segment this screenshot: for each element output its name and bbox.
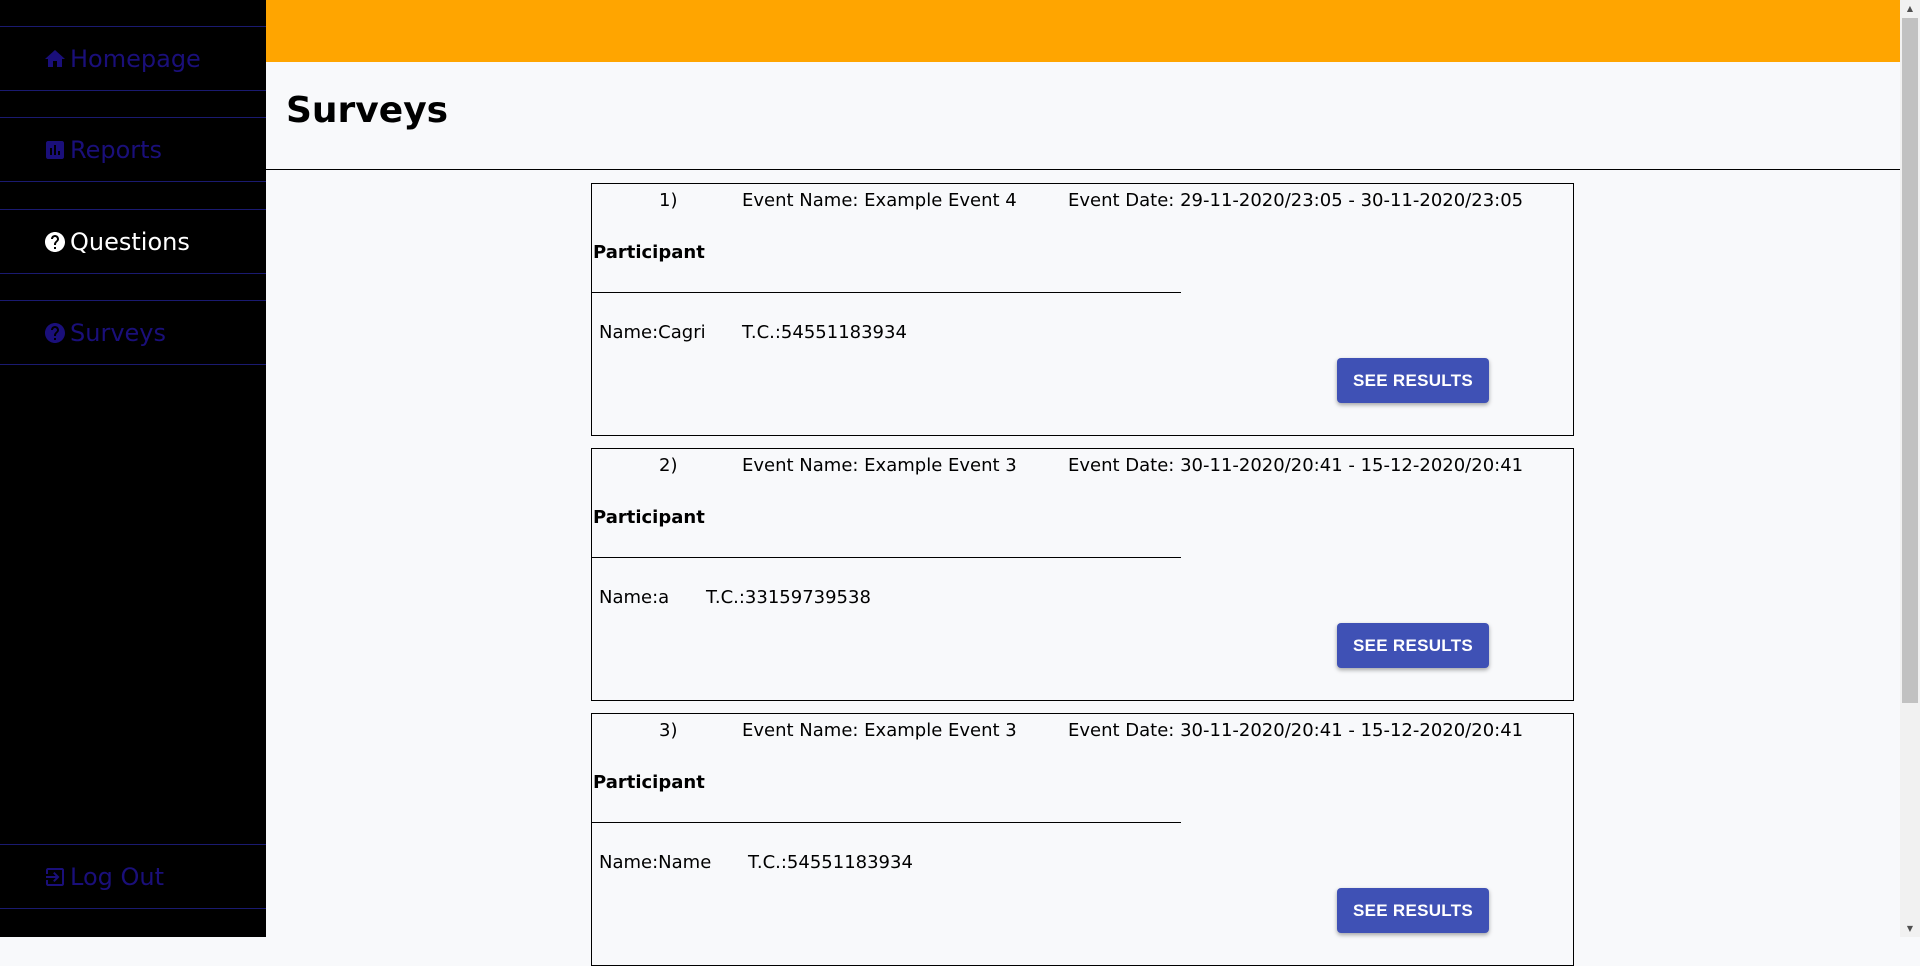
survey-card: 3) Event Name: Example Event 3 Event Dat… [591,713,1574,966]
sidebar-item-label: Homepage [70,44,201,73]
participant-name: Name:a [599,587,670,608]
scroll-down-arrow-icon[interactable]: ▼ [1900,920,1920,937]
survey-card: 2) Event Name: Example Event 3 Event Dat… [591,448,1574,701]
participant-label: Participant [593,772,705,793]
survey-card-header: 3) Event Name: Example Event 3 Event Dat… [592,720,1573,744]
logout-label: Log Out [70,862,165,891]
survey-number: 1) [659,190,678,211]
event-name: Event Name: Example Event 4 [742,190,1017,211]
participant-tc: T.C.:33159739538 [706,587,871,608]
survey-number: 3) [659,720,678,741]
divider [592,292,1181,293]
event-date: Event Date: 29-11-2020/23:05 - 30-11-202… [1068,190,1524,211]
sidebar-item-surveys[interactable]: Surveys [0,300,266,365]
participant-tc: T.C.:54551183934 [748,852,913,873]
sidebar: Homepage Reports Questions Surveys Log O… [0,0,266,937]
sidebar-item-reports[interactable]: Reports [0,117,266,182]
question-circle-icon [42,320,68,346]
sidebar-item-homepage[interactable]: Homepage [0,26,266,91]
sidebar-item-label: Reports [70,135,163,164]
see-results-button[interactable]: SEE RESULTS [1337,358,1489,403]
sidebar-item-label: Questions [70,227,190,256]
scrollbar-thumb[interactable] [1902,18,1918,703]
divider [592,822,1181,823]
survey-number: 2) [659,455,678,476]
participant-label: Participant [593,507,705,528]
event-date: Event Date: 30-11-2020/20:41 - 15-12-202… [1068,720,1524,741]
page-title: Surveys [286,90,449,131]
scroll-up-arrow-icon[interactable]: ▲ [1900,0,1920,17]
event-name: Event Name: Example Event 3 [742,455,1017,476]
survey-card-header: 2) Event Name: Example Event 3 Event Dat… [592,455,1573,479]
logout-button[interactable]: Log Out [0,844,266,909]
see-results-button[interactable]: SEE RESULTS [1337,623,1489,668]
sidebar-item-label: Surveys [70,318,166,347]
home-icon [42,46,68,72]
divider [592,557,1181,558]
participant-tc: T.C.:54551183934 [742,322,907,343]
sidebar-item-questions[interactable]: Questions [0,209,266,274]
participant-name: Name:Name [599,852,712,873]
page-header: Surveys [266,62,1900,170]
survey-card: 1) Event Name: Example Event 4 Event Dat… [591,183,1574,436]
scrollbar[interactable]: ▲ ▼ [1900,0,1920,937]
top-bar [266,0,1900,62]
survey-card-header: 1) Event Name: Example Event 4 Event Dat… [592,190,1573,214]
bar-chart-icon [42,137,68,163]
participant-name: Name:Cagri [599,322,706,343]
question-circle-icon [42,229,68,255]
logout-icon [42,864,68,890]
participant-label: Participant [593,242,705,263]
event-name: Event Name: Example Event 3 [742,720,1017,741]
see-results-button[interactable]: SEE RESULTS [1337,888,1489,933]
event-date: Event Date: 30-11-2020/20:41 - 15-12-202… [1068,455,1524,476]
